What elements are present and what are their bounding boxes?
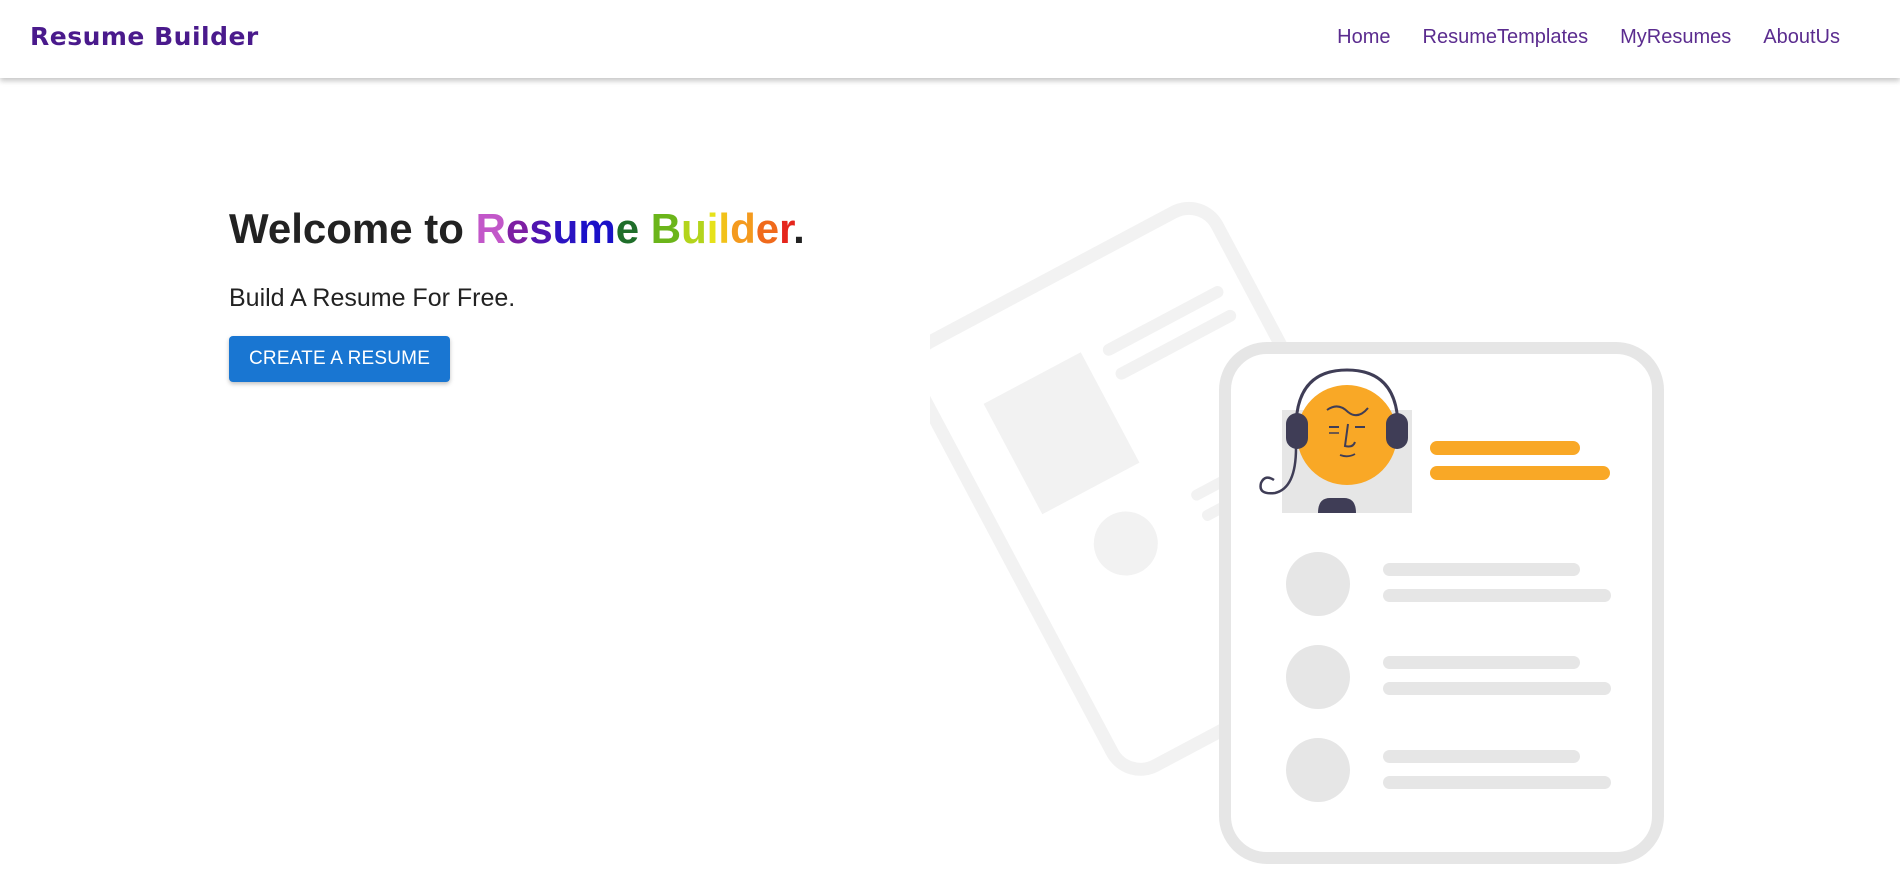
nav-link-resume-templates[interactable]: ResumeTemplates bbox=[1423, 26, 1589, 49]
hero-title-letter: R bbox=[475, 205, 506, 252]
create-resume-button[interactable]: CREATE A RESUME bbox=[229, 336, 451, 382]
hero-title-letter: u bbox=[681, 205, 707, 252]
hero-subtitle: Build A Resume For Free. bbox=[229, 284, 516, 312]
hero-title-letter bbox=[639, 205, 651, 252]
hero-title-letter: i bbox=[706, 205, 719, 252]
title-line bbox=[1430, 466, 1610, 480]
hero-title-letter: r bbox=[779, 205, 794, 252]
hero-title-letter: B bbox=[650, 205, 682, 252]
front-resume-card bbox=[1219, 342, 1664, 864]
nav-link-home[interactable]: Home bbox=[1337, 26, 1390, 49]
hero-title-letter: m bbox=[578, 205, 616, 252]
hero-title-letter: e bbox=[615, 205, 640, 252]
hero-title-letter: e bbox=[755, 205, 780, 252]
nav-link-my-resumes[interactable]: MyResumes bbox=[1620, 26, 1731, 49]
nav-links: Home ResumeTemplates MyResumes AboutUs bbox=[1337, 26, 1840, 49]
hero-title-rainbow-text: Resume Builder bbox=[476, 205, 794, 252]
nav-link-about-us[interactable]: AboutUs bbox=[1763, 26, 1840, 49]
hero-title: Welcome to Resume Builder. bbox=[229, 205, 805, 253]
hero-title-letter: l bbox=[718, 205, 731, 252]
name-line bbox=[1430, 441, 1580, 455]
hero-title-letter: d bbox=[730, 205, 756, 252]
hero-section: Welcome to Resume Builder. Build A Resum… bbox=[229, 205, 805, 382]
resume-illustration bbox=[930, 201, 1664, 864]
hero-title-letter: u bbox=[552, 205, 579, 252]
top-navbar: Resume Builder Home ResumeTemplates MyRe… bbox=[0, 0, 1900, 78]
hero-title-letter: s bbox=[529, 205, 553, 252]
brand-logo[interactable]: Resume Builder bbox=[30, 22, 259, 51]
hero-title-suffix: . bbox=[793, 205, 805, 252]
hero-title-prefix: Welcome to bbox=[229, 205, 476, 252]
hero-title-letter: e bbox=[505, 205, 530, 252]
